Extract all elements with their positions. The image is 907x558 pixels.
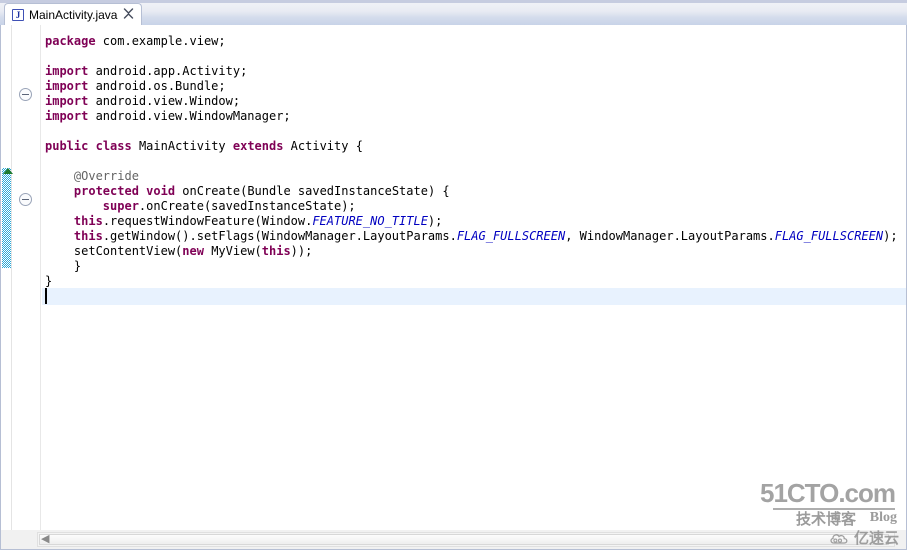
editor-tab-bar: J MainActivity.java xyxy=(0,0,907,26)
code-line-15: } xyxy=(45,259,81,274)
change-bar-indicator xyxy=(2,168,13,268)
code-line-8: public class MainActivity extends Activi… xyxy=(45,139,363,154)
code-token: package xyxy=(45,34,96,48)
code-token: android.view.Window; xyxy=(88,94,241,108)
code-token: android.view.WindowManager; xyxy=(88,109,291,123)
code-token: android.app.Activity; xyxy=(88,64,248,78)
code-line-14: setContentView(new MyView(this)); xyxy=(45,244,312,259)
tab-mainactivity-java[interactable]: J MainActivity.java xyxy=(4,3,143,25)
code-token: , WindowManager.LayoutParams. xyxy=(565,229,775,243)
code-token: ); xyxy=(427,214,443,228)
java-file-icon: J xyxy=(11,8,25,22)
code-token: this xyxy=(261,244,291,258)
current-line-highlight xyxy=(42,288,906,305)
code-token: onCreate(Bundle savedInstanceState) { xyxy=(175,184,450,198)
code-token: import xyxy=(45,94,89,108)
code-token: .onCreate(savedInstanceState); xyxy=(138,199,356,213)
editor-body: package com.example.view; import android.… xyxy=(0,25,907,530)
code-token: FEATURE_NO_TITLE xyxy=(312,214,428,228)
code-token: FLAG_FULLSCREEN xyxy=(774,229,884,243)
code-line-6: import android.view.Window; xyxy=(45,94,240,109)
code-line-4: import android.app.Activity; xyxy=(45,64,247,79)
code-token: Activity { xyxy=(283,139,363,153)
scroll-left-arrow-icon[interactable]: ◀ xyxy=(41,534,49,545)
code-token: ); xyxy=(883,229,898,243)
change-marker-triangle-icon xyxy=(3,168,13,174)
horizontal-scrollbar[interactable]: ◀ xyxy=(0,530,907,550)
fold-marker-oncreate-icon[interactable] xyxy=(19,193,32,206)
code-text-area[interactable]: package com.example.view; import android.… xyxy=(42,25,906,530)
java-editor-window: J MainActivity.java package com.example.… xyxy=(0,0,907,558)
code-line-2: package com.example.view; xyxy=(45,34,226,49)
code-token: android.os.Bundle; xyxy=(88,79,226,93)
code-token: new xyxy=(182,244,204,258)
text-caret xyxy=(45,288,47,304)
code-token: protected xyxy=(73,184,139,198)
code-line-10: protected void onCreate(Bundle savedInst… xyxy=(45,184,450,199)
code-token: setContentView( xyxy=(45,244,183,258)
code-token: import xyxy=(45,79,89,93)
code-token: )); xyxy=(290,244,313,258)
code-token: extends xyxy=(232,139,284,153)
code-token: .getWindow().setFlags(WindowManager.Layo… xyxy=(102,229,457,243)
code-token: import xyxy=(45,109,89,123)
code-line-16: } xyxy=(45,274,52,289)
annotation-ruler[interactable] xyxy=(1,25,13,530)
code-token: } xyxy=(45,259,82,273)
code-token: this xyxy=(73,214,103,228)
horizontal-scrollbar-thumb[interactable] xyxy=(39,534,889,545)
horizontal-scrollbar-track[interactable] xyxy=(37,532,895,547)
code-line-7: import android.view.WindowManager; xyxy=(45,109,291,124)
tab-label: MainActivity.java xyxy=(29,7,118,22)
window-bottom-edge xyxy=(0,551,907,558)
code-line-13: this.getWindow().setFlags(WindowManager.… xyxy=(45,229,898,244)
code-token: } xyxy=(45,274,53,288)
code-token: com.example.view; xyxy=(95,34,226,48)
fold-marker-imports-icon[interactable] xyxy=(19,88,32,101)
folding-gutter[interactable] xyxy=(13,25,41,530)
code-line-5: import android.os.Bundle; xyxy=(45,79,226,94)
code-line-12: this.requestWindowFeature(Window.FEATURE… xyxy=(45,214,442,229)
code-token: import xyxy=(45,64,89,78)
close-icon[interactable] xyxy=(123,7,134,22)
code-token: this xyxy=(73,229,103,243)
code-token: FLAG_FULLSCREEN xyxy=(456,229,566,243)
code-token: MainActivity xyxy=(131,139,233,153)
code-token: public xyxy=(45,139,89,153)
java-file-icon-letter: J xyxy=(12,8,24,21)
code-token: void xyxy=(146,184,176,198)
code-token: class xyxy=(95,139,132,153)
code-token: .requestWindowFeature(Window. xyxy=(102,214,313,228)
code-token: @Override xyxy=(45,169,139,183)
code-token: super xyxy=(102,199,139,213)
code-line-9: @Override xyxy=(45,169,139,184)
code-line-11: super.onCreate(savedInstanceState); xyxy=(45,199,356,214)
code-token: MyView( xyxy=(203,244,262,258)
